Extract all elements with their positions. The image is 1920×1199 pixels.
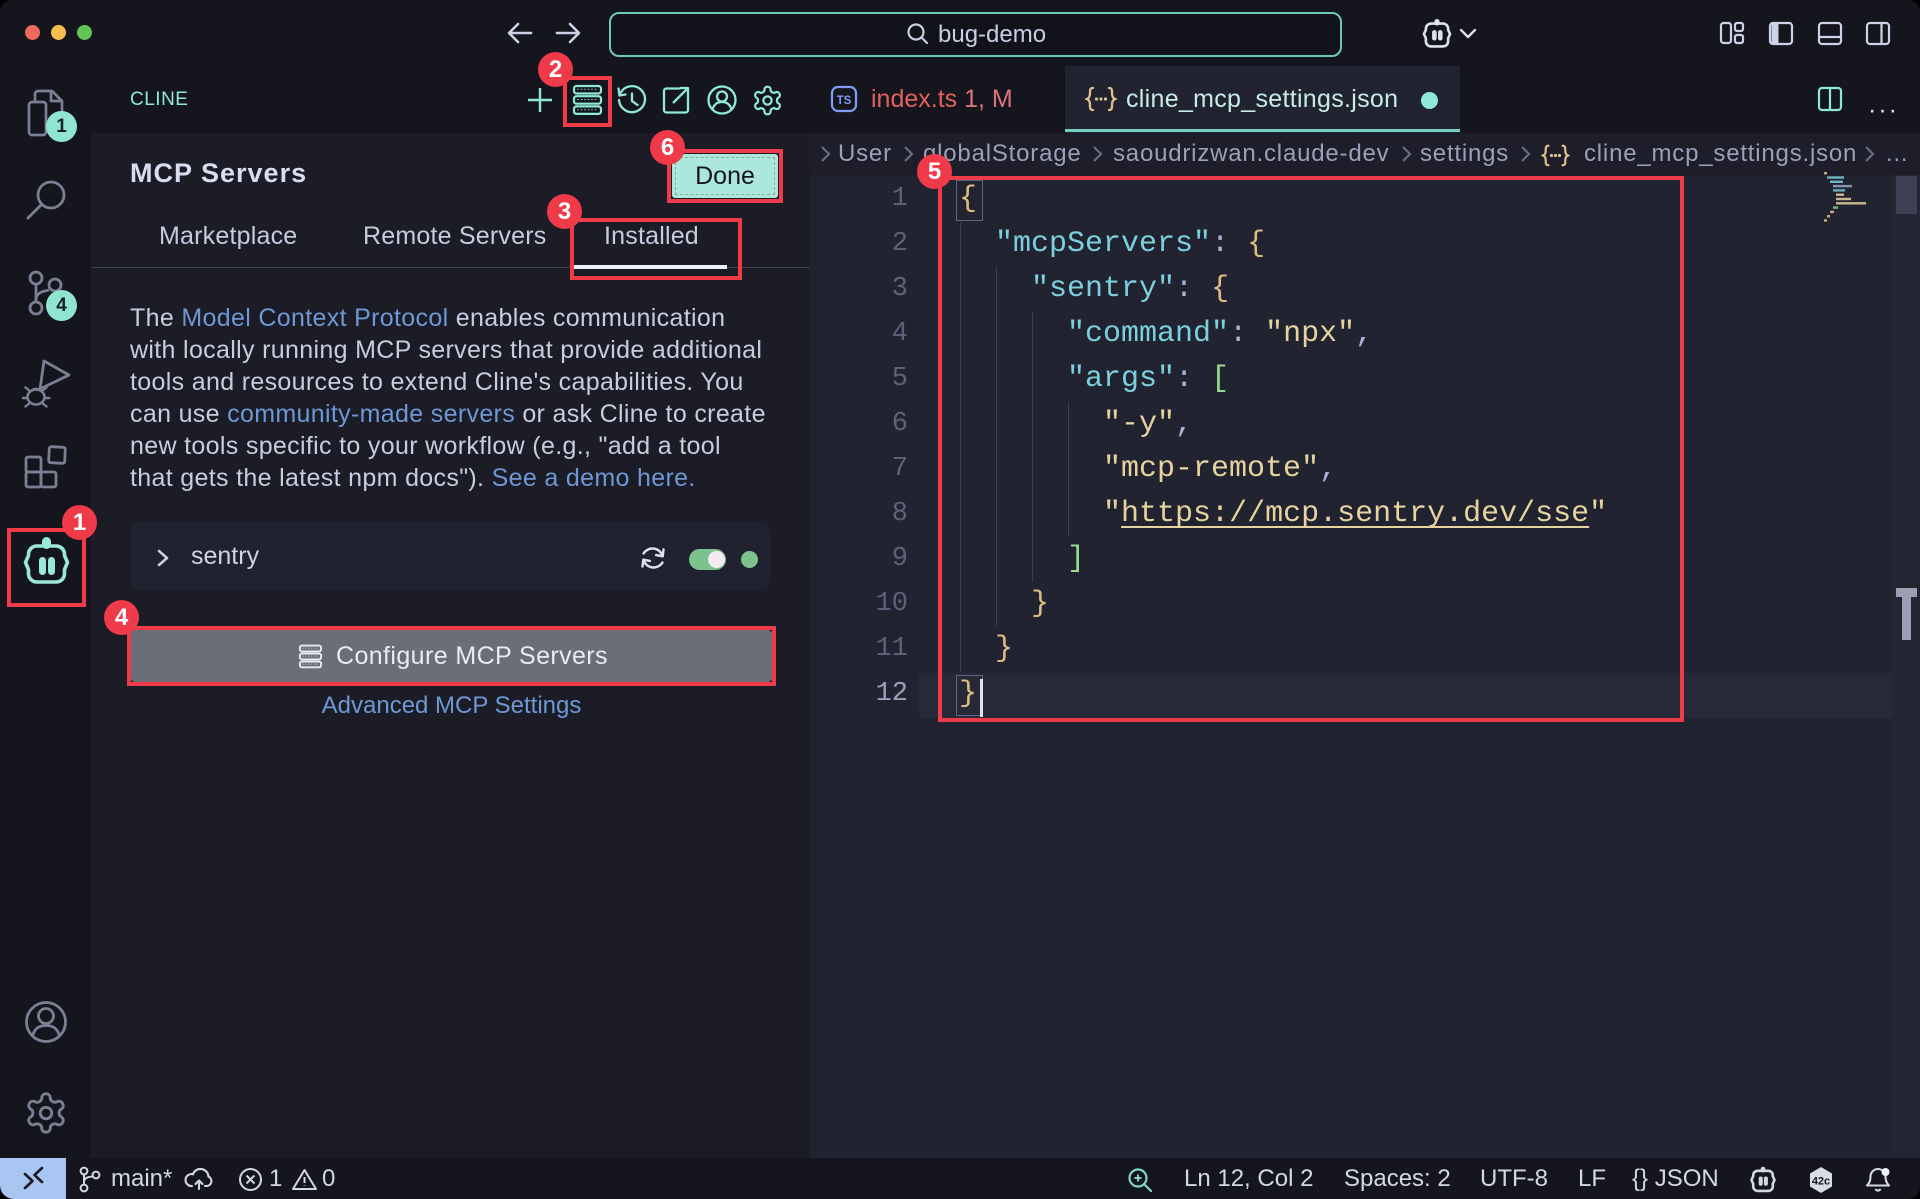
- svg-text:42c: 42c: [1812, 1176, 1830, 1188]
- svg-text:TS: TS: [837, 95, 852, 107]
